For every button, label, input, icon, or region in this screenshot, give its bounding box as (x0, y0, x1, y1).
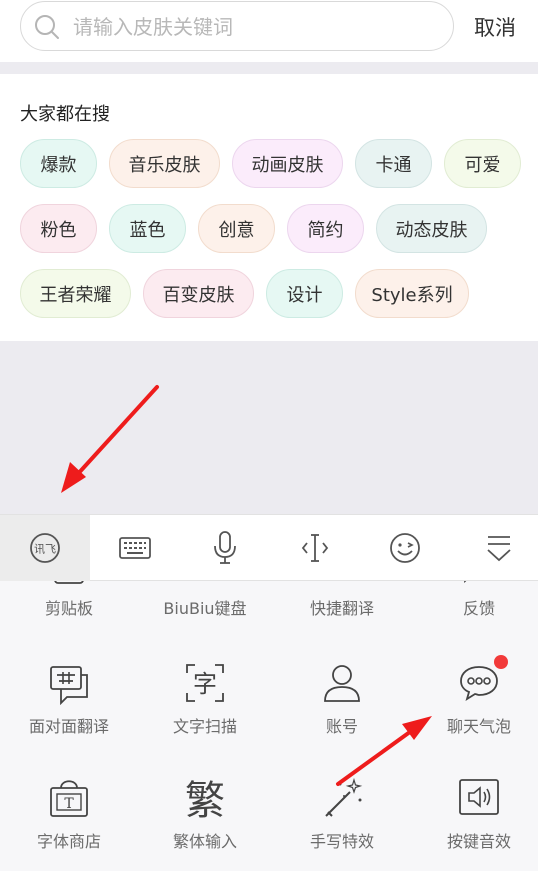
arrow-to-logo (61, 385, 159, 493)
user-icon (324, 665, 360, 702)
tag-baokuan[interactable]: 爆款 (20, 139, 97, 188)
emoji-icon (390, 533, 420, 563)
tag-honor-of-kings[interactable]: 王者荣耀 (20, 269, 131, 318)
fn-face-translate-label: 面对面翻译 (28, 717, 109, 736)
scan-icon: 字 (186, 664, 224, 702)
fn-key-sound-label: 按键音效 (446, 832, 511, 851)
fn-chat-bubble-label: 聊天气泡 (446, 717, 511, 736)
fn-key-sound[interactable]: 按键音效 (411, 776, 538, 852)
traditional-chinese-icon: 繁 (185, 778, 225, 820)
tag-pink[interactable]: 粉色 (20, 204, 97, 253)
clipboard-icon (54, 581, 84, 584)
fn-traditional-input[interactable]: 繁 繁体输入 (137, 776, 273, 852)
tag-blue[interactable]: 蓝色 (109, 204, 186, 253)
magic-wand-icon (325, 777, 363, 817)
tag-design[interactable]: 设计 (266, 269, 343, 318)
tag-music-skin[interactable]: 音乐皮肤 (109, 139, 220, 188)
svg-text:繁: 繁 (185, 778, 225, 820)
chat-bubble-icon (460, 666, 498, 702)
hot-search-title: 大家都在搜 (20, 104, 110, 125)
fn-clipboard-label: 剪贴板 (44, 599, 93, 618)
fn-account-label: 账号 (325, 717, 358, 736)
fn-clipboard[interactable]: 剪贴板 (1, 581, 137, 619)
tag-variety-skin[interactable]: 百变皮肤 (143, 269, 254, 318)
cursor-icon (301, 534, 329, 562)
svg-text:字: 字 (193, 670, 217, 698)
biubiu-icon (183, 581, 227, 587)
tag-dynamic-skin[interactable]: 动态皮肤 (376, 204, 487, 253)
tag-animation-skin[interactable]: 动画皮肤 (232, 139, 343, 188)
tag-simple[interactable]: 简约 (287, 204, 364, 253)
tag-style-series[interactable]: Style系列 (355, 269, 469, 318)
svg-text:T: T (64, 796, 74, 812)
divider (0, 62, 538, 74)
tag-creative[interactable]: 创意 (198, 204, 275, 253)
logo-icon: 讯飞 (30, 533, 60, 563)
search-box[interactable] (20, 1, 454, 51)
fn-biubiu-keyboard[interactable]: BiuBiu键盘 (137, 581, 273, 619)
fn-feedback-label: 反馈 (462, 599, 495, 618)
tag-cartoon[interactable]: 卡通 (355, 139, 432, 188)
speaker-icon (459, 779, 499, 815)
search-input[interactable] (73, 10, 433, 44)
toolbar-keyboard-button[interactable] (90, 515, 180, 581)
fn-text-scan[interactable]: 字 文字扫描 (137, 661, 273, 737)
toolbar-voice-button[interactable] (180, 515, 270, 581)
microphone-icon (214, 531, 236, 564)
notification-badge (494, 655, 508, 669)
search-icon (35, 15, 59, 39)
cancel-button[interactable]: 取消 (474, 12, 516, 42)
keyboard-icon (119, 537, 151, 559)
function-panel: 剪贴板 BiuBiu键盘 快捷翻译 反馈 面对面翻译 字 文字扫描 账号 聊天气… (0, 581, 538, 871)
toolbar-collapse-button[interactable] (460, 515, 538, 581)
toolbar-cursor-button[interactable] (270, 515, 360, 581)
fn-quick-translate-label: 快捷翻译 (309, 599, 374, 618)
fn-account[interactable]: 账号 (274, 661, 410, 737)
fn-biubiu-label: BiuBiu键盘 (163, 599, 247, 618)
fn-traditional-input-label: 繁体输入 (172, 832, 237, 851)
hot-search-section: 大家都在搜 爆款 音乐皮肤 动画皮肤 卡通 可爱 粉色 蓝色 创意 简约 动态皮… (0, 74, 538, 341)
fn-font-store[interactable]: T 字体商店 (1, 776, 137, 852)
fn-chat-bubble[interactable]: 聊天气泡 (411, 661, 538, 737)
toolbar-emoji-button[interactable] (360, 515, 450, 581)
fn-quick-translate[interactable]: 快捷翻译 (274, 581, 410, 619)
search-header: 取消 (0, 0, 538, 62)
face-translate-icon (50, 666, 88, 705)
tag-cute[interactable]: 可爱 (444, 139, 521, 188)
toolbar-logo-button[interactable]: 讯飞 (0, 515, 90, 581)
feedback-icon (464, 581, 467, 584)
fn-text-scan-label: 文字扫描 (172, 717, 237, 736)
font-store-icon: T (50, 780, 88, 817)
fn-face-to-face-translate[interactable]: 面对面翻译 (1, 661, 137, 737)
fn-font-store-label: 字体商店 (36, 832, 101, 851)
translate-icon (320, 581, 364, 587)
svg-text:讯飞: 讯飞 (34, 543, 56, 556)
fn-feedback[interactable]: 反馈 (411, 581, 538, 619)
keyboard-toolbar: 讯飞 (0, 514, 538, 581)
fn-handwriting-effects[interactable]: 手写特效 (274, 776, 410, 852)
fn-handwriting-label: 手写特效 (309, 832, 374, 851)
collapse-icon (487, 536, 511, 562)
